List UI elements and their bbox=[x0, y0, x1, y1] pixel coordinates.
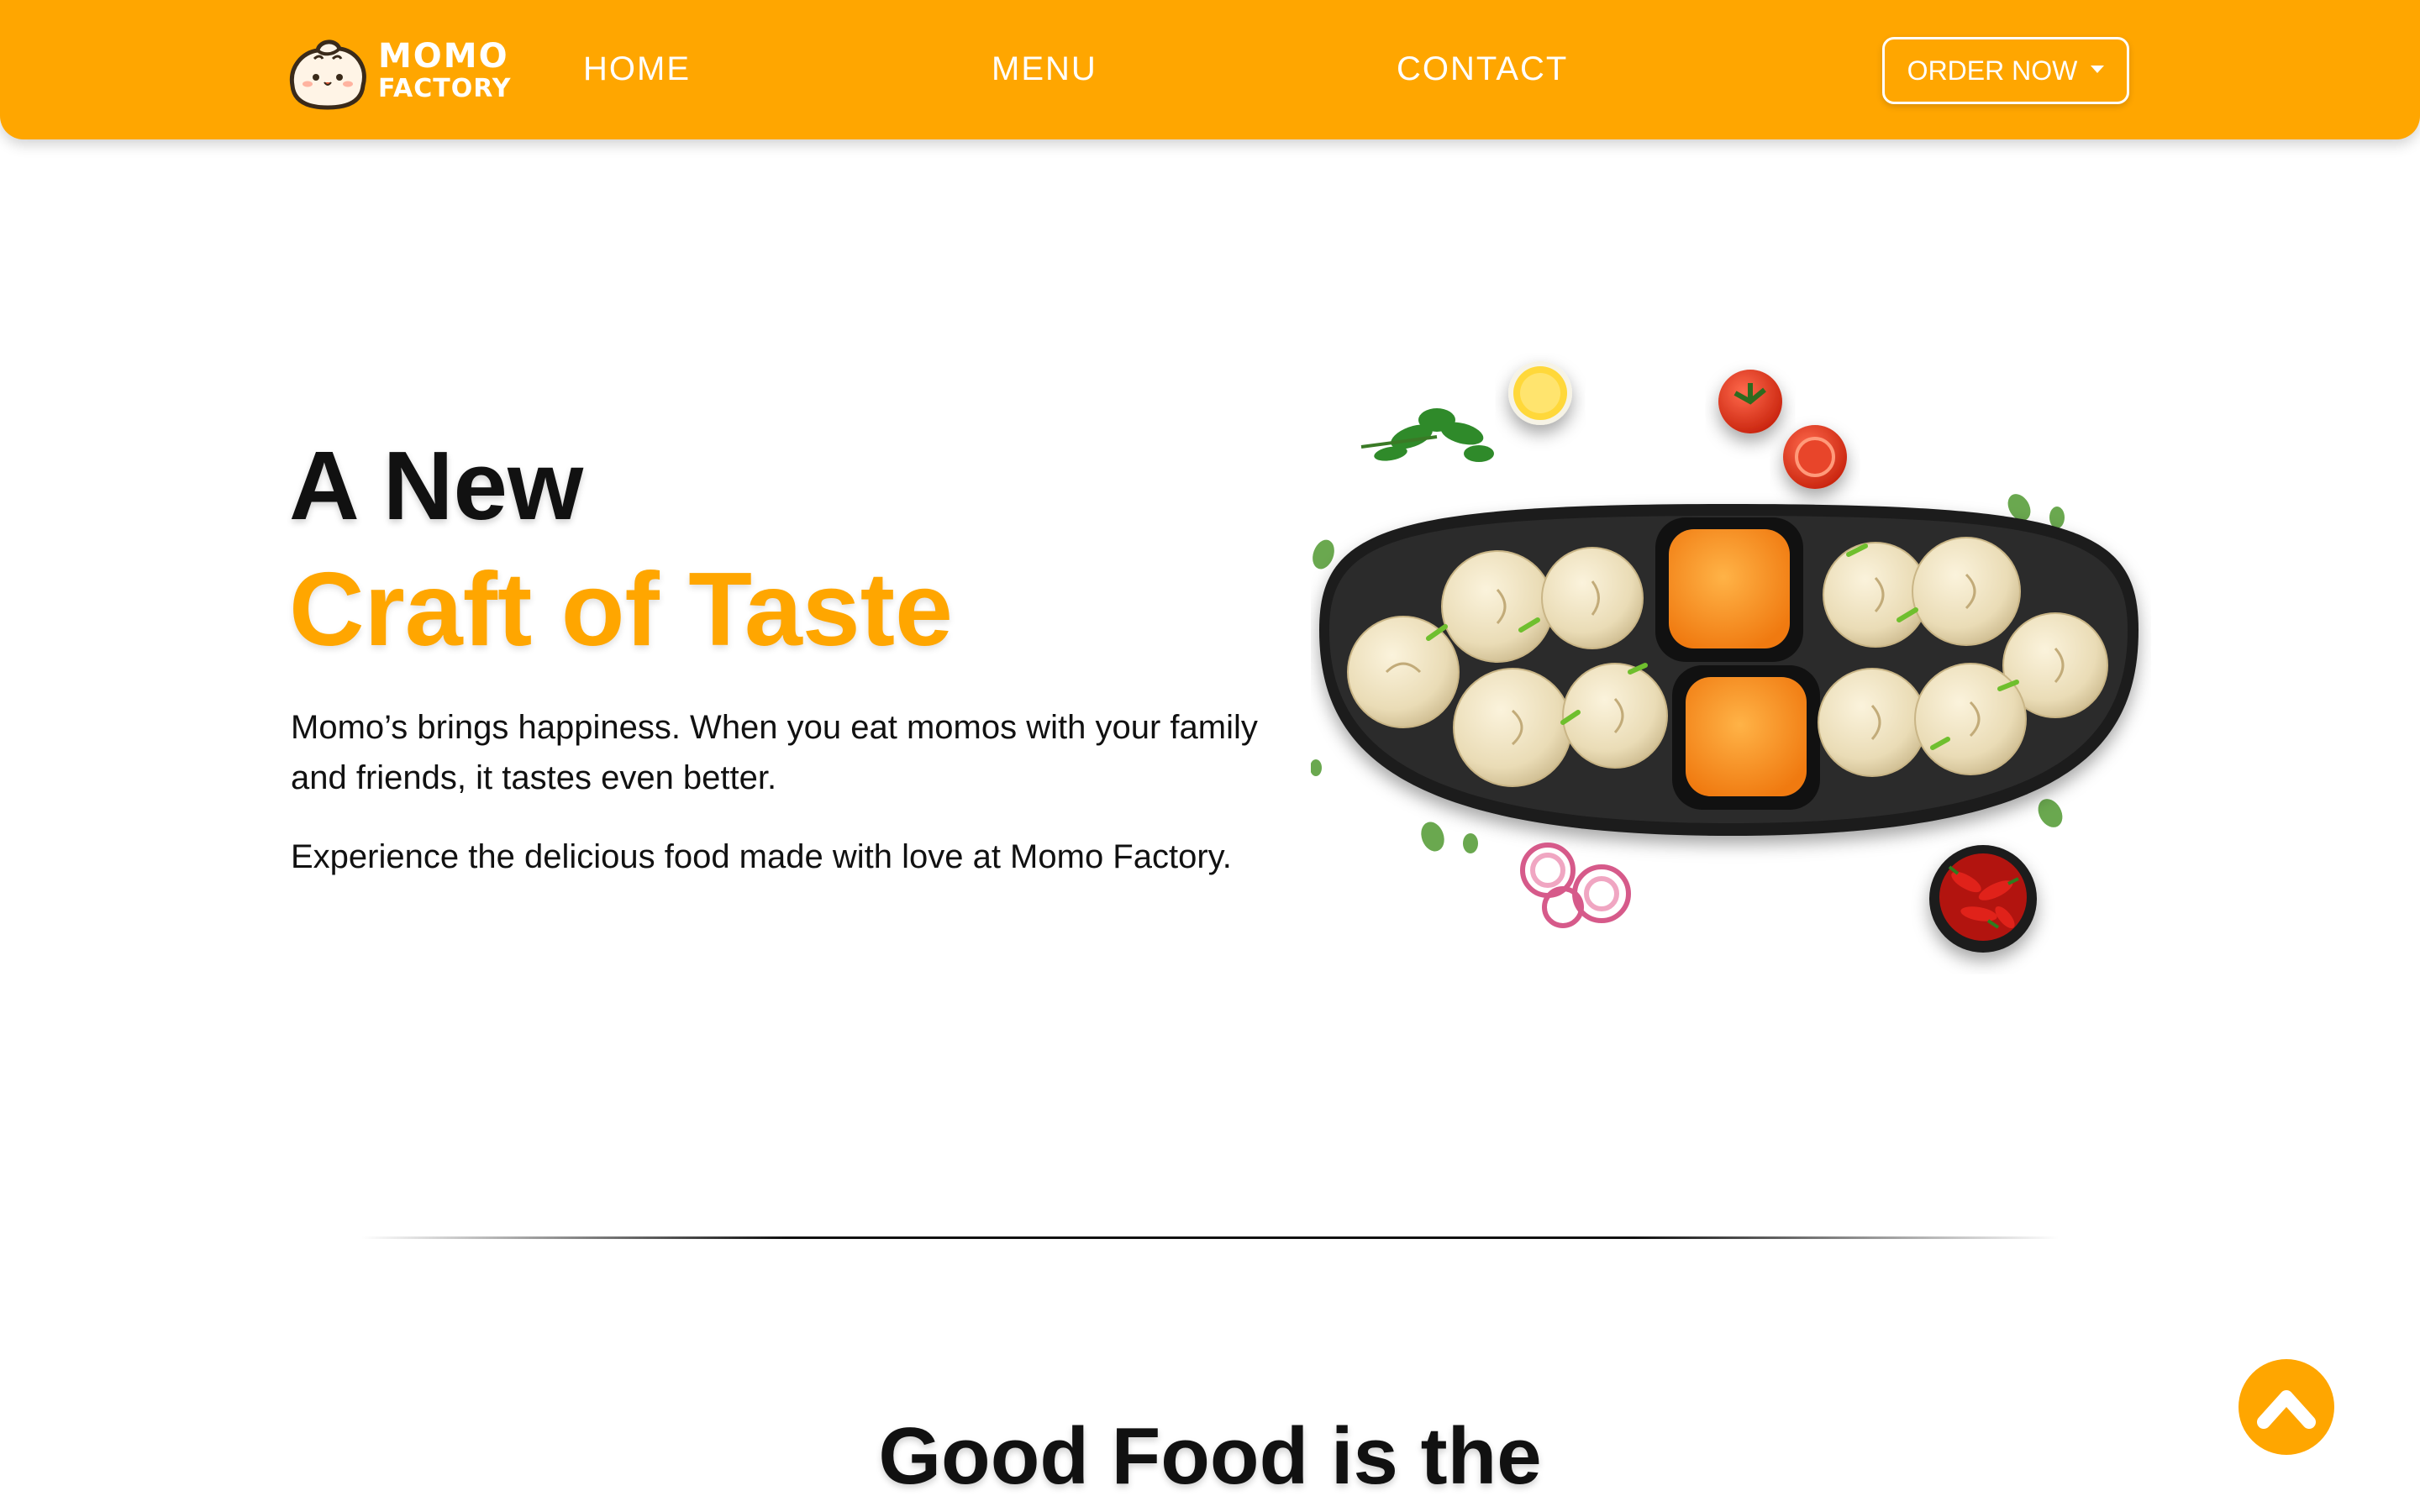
brand-logo-link[interactable]: MOMO FACTORY bbox=[284, 30, 511, 111]
caret-down-icon bbox=[2091, 65, 2105, 73]
hero-paragraph-2: Experience the delicious food made with … bbox=[291, 838, 1232, 875]
order-now-dropdown-button[interactable]: ORDER NOW bbox=[1882, 37, 2129, 104]
brand-line-1: MOMO bbox=[378, 37, 509, 76]
dumpling-mascot-icon bbox=[289, 39, 366, 110]
hero-paragraph-1: Momo’s brings happiness. When you eat mo… bbox=[291, 709, 1258, 796]
nav-link-menu[interactable]: MENU bbox=[992, 52, 1097, 86]
momo-platter-image bbox=[1311, 361, 2139, 953]
order-now-label: ORDER NOW bbox=[1907, 55, 2078, 86]
hero-title-line-1: A New bbox=[289, 431, 584, 540]
brand-line-2: FACTORY bbox=[378, 74, 512, 103]
section-divider bbox=[361, 1236, 2059, 1239]
brand-name: MOMO FACTORY bbox=[378, 39, 511, 102]
nav-link-contact[interactable]: CONTACT bbox=[1397, 52, 1568, 86]
scroll-to-top-button[interactable] bbox=[2238, 1359, 2334, 1455]
hero-title-line-2: Craft of Taste bbox=[289, 552, 954, 668]
top-navbar: MOMO FACTORY HOME MENU CONTACT ORDER NOW bbox=[0, 0, 2420, 139]
chevron-up-icon bbox=[2257, 1390, 2316, 1429]
nav-link-home[interactable]: HOME bbox=[583, 52, 691, 86]
section-title-good-food: Good Food is the bbox=[878, 1411, 1542, 1501]
